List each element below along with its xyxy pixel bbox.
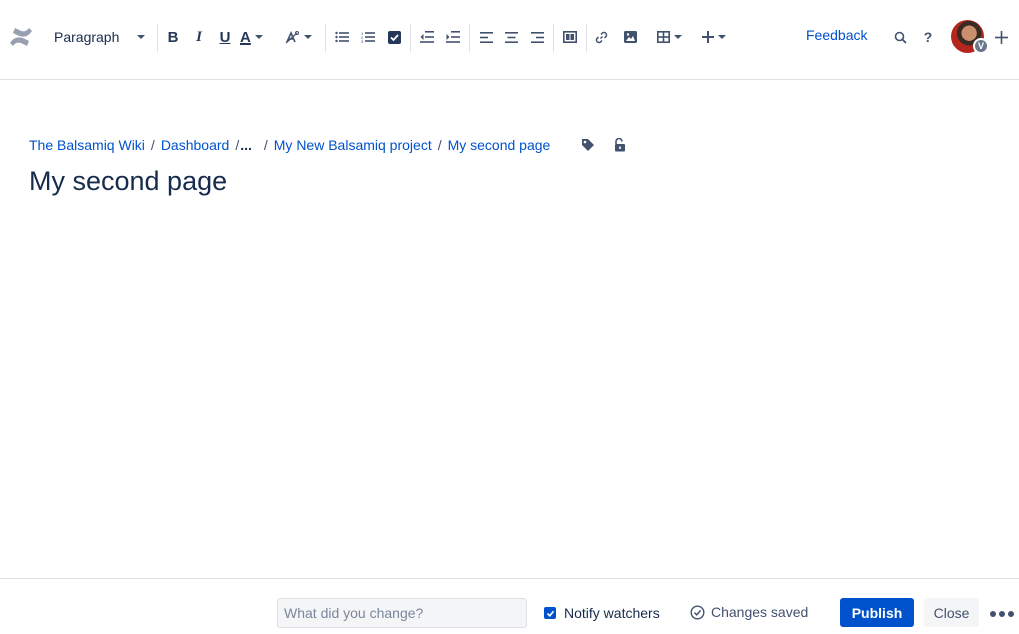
search-button[interactable]	[891, 24, 909, 50]
outdent-button[interactable]	[417, 24, 437, 50]
chevron-down-icon	[718, 35, 726, 39]
restrictions-button[interactable]	[612, 137, 628, 153]
bullet-list-icon	[335, 31, 349, 43]
clear-formatting-icon	[285, 31, 299, 44]
outdent-icon	[420, 31, 434, 43]
labels-button[interactable]	[580, 137, 596, 153]
task-list-button[interactable]	[384, 24, 404, 50]
underline-button[interactable]: U	[215, 24, 235, 50]
breadcrumb-separator: /	[263, 137, 268, 153]
breadcrumb: The Balsamiq Wiki / Dashboard / ... / My…	[29, 136, 550, 154]
publish-button[interactable]: Publish	[840, 598, 914, 627]
align-right-icon	[530, 31, 544, 43]
insert-table-button[interactable]	[654, 24, 684, 50]
bold-button[interactable]: B	[163, 24, 183, 50]
feedback-link[interactable]: Feedback	[806, 27, 867, 43]
bullet-list-button[interactable]	[332, 24, 352, 50]
numbered-list-button[interactable]: 1 2 3	[358, 24, 378, 50]
align-left-icon	[479, 31, 493, 43]
tag-icon	[582, 139, 594, 151]
align-center-button[interactable]	[501, 24, 521, 50]
search-icon	[894, 31, 907, 44]
breadcrumb-item[interactable]: The Balsamiq Wiki	[29, 137, 145, 153]
checkbox-checked-icon	[544, 607, 556, 619]
text-color-icon: A	[240, 28, 251, 46]
toolbar-divider	[157, 24, 158, 52]
toolbar-divider	[586, 24, 587, 52]
insert-image-button[interactable]	[620, 24, 640, 50]
breadcrumb-separator: /	[437, 137, 442, 153]
toolbar-divider	[553, 24, 554, 52]
align-left-button[interactable]	[476, 24, 496, 50]
more-options-button[interactable]	[990, 611, 1014, 617]
breadcrumb-item-current[interactable]: My second page	[448, 137, 551, 153]
image-icon	[623, 31, 637, 43]
chevron-down-icon	[137, 35, 146, 39]
breadcrumb-item[interactable]: My New Balsamiq project	[274, 137, 432, 153]
check-circle-icon	[690, 604, 705, 620]
breadcrumb-item[interactable]: Dashboard	[161, 137, 230, 153]
toolbar-divider	[469, 24, 470, 52]
confluence-logo-icon[interactable]	[8, 24, 34, 50]
plus-icon	[702, 31, 714, 43]
breadcrumb-ellipsis[interactable]: ...	[240, 137, 252, 153]
breadcrumb-separator: /	[235, 137, 240, 153]
page-layout-button[interactable]	[560, 24, 580, 50]
close-button[interactable]: Close	[924, 598, 979, 627]
align-right-button[interactable]	[527, 24, 547, 50]
save-status: Changes saved	[690, 604, 808, 620]
avatar-badge: V	[973, 38, 989, 54]
page-title[interactable]: My second page	[29, 166, 227, 197]
breadcrumb-separator: /	[150, 137, 155, 153]
bold-icon: B	[167, 28, 179, 46]
underline-icon: U	[219, 28, 231, 46]
more-dot-icon	[999, 611, 1005, 617]
more-dot-icon	[1008, 611, 1014, 617]
notify-watchers-label: Notify watchers	[564, 605, 660, 621]
link-icon	[595, 31, 607, 43]
italic-button[interactable]: I	[189, 24, 209, 50]
unlock-icon	[615, 138, 625, 152]
chevron-down-icon	[673, 35, 682, 39]
italic-icon: I	[196, 28, 202, 45]
help-button[interactable]: ?	[919, 24, 937, 50]
layout-icon	[563, 31, 577, 43]
indent-icon	[446, 31, 460, 43]
add-collaborator-button[interactable]	[992, 24, 1010, 50]
numbered-list-icon: 1 2 3	[361, 31, 375, 43]
text-color-button[interactable]: A	[240, 24, 272, 50]
chevron-down-icon	[254, 35, 263, 39]
checkbox-icon	[387, 30, 401, 44]
change-comment-input[interactable]	[277, 598, 527, 628]
align-center-icon	[504, 31, 518, 43]
notify-watchers-checkbox[interactable]: Notify watchers	[544, 605, 660, 621]
chevron-down-icon	[304, 35, 312, 39]
table-icon	[656, 31, 670, 43]
insert-link-button[interactable]	[591, 24, 611, 50]
more-dot-icon	[990, 611, 996, 617]
save-status-label: Changes saved	[711, 604, 809, 620]
insert-more-button[interactable]	[699, 24, 729, 50]
indent-button[interactable]	[443, 24, 463, 50]
svg-text:3: 3	[361, 39, 364, 43]
clear-formatting-button[interactable]	[281, 24, 315, 50]
editor-footer: Notify watchers Changes saved Publish Cl…	[0, 578, 1019, 634]
paragraph-style-dropdown[interactable]: Paragraph	[48, 24, 148, 50]
editor-toolbar: Paragraph B I U A 1 2 3 Feedback ? V	[0, 0, 1019, 80]
toolbar-divider	[325, 24, 326, 52]
plus-icon	[994, 30, 1008, 44]
toolbar-divider	[410, 24, 411, 52]
paragraph-style-label: Paragraph	[54, 29, 120, 45]
help-icon: ?	[923, 29, 933, 45]
